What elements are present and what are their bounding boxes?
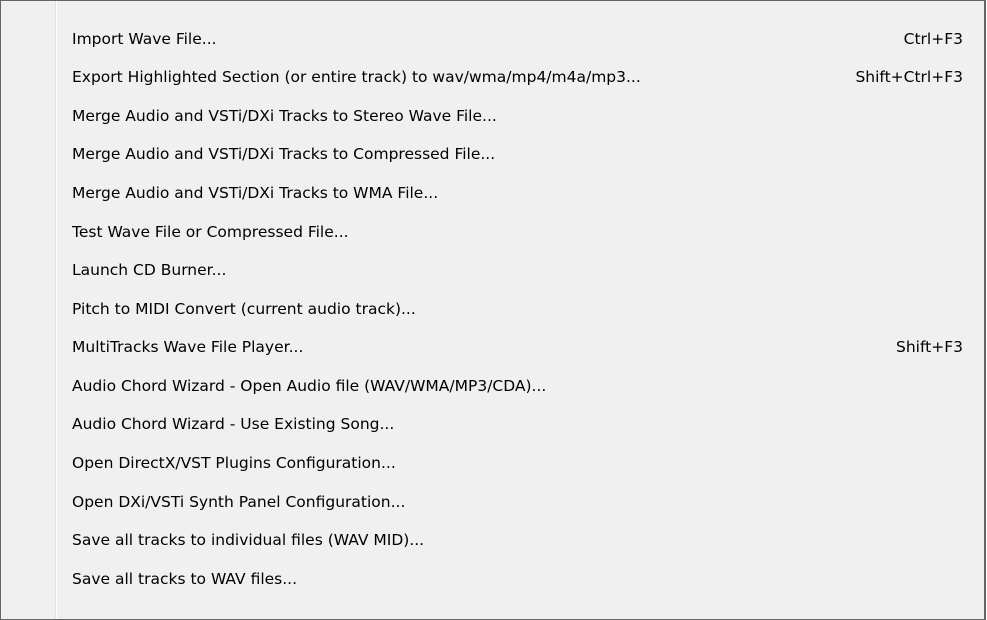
menu-item-pitch-to-midi[interactable]: Pitch to MIDI Convert (current audio tra… [1, 290, 984, 329]
menu-item-import-wave-file[interactable]: Import Wave File... Ctrl+F3 [1, 20, 984, 59]
menu-item-merge-to-compressed[interactable]: Merge Audio and VSTi/DXi Tracks to Compr… [1, 136, 984, 175]
menu-item-label: Launch CD Burner... [72, 261, 227, 280]
menu-item-export-highlighted-section[interactable]: Export Highlighted Section (or entire tr… [1, 59, 984, 98]
menu-item-label: Open DirectX/VST Plugins Configuration..… [72, 454, 396, 473]
menu-item-label: Save all tracks to individual files (WAV… [72, 531, 425, 550]
menu-item-save-individual-files[interactable]: Save all tracks to individual files (WAV… [1, 522, 984, 561]
menu-item-audio-chord-wizard-existing[interactable]: Audio Chord Wizard - Use Existing Song..… [1, 406, 984, 445]
menu-item-label: Export Highlighted Section (or entire tr… [72, 68, 641, 87]
menu-item-shortcut: Ctrl+F3 [903, 29, 963, 48]
menu-item-label: Pitch to MIDI Convert (current audio tra… [72, 299, 416, 318]
menu-item-label: Import Wave File... [72, 29, 217, 48]
menu-item-label: MultiTracks Wave File Player... [72, 338, 304, 357]
menu-item-merge-to-wma[interactable]: Merge Audio and VSTi/DXi Tracks to WMA F… [1, 174, 984, 213]
menu-item-test-wave-file[interactable]: Test Wave File or Compressed File... [1, 213, 984, 252]
menu-item-shortcut: Shift+F3 [896, 338, 963, 357]
menu-item-dxi-vsti-synth-config[interactable]: Open DXi/VSTi Synth Panel Configuration.… [1, 483, 984, 522]
menu-item-directx-vst-config[interactable]: Open DirectX/VST Plugins Configuration..… [1, 445, 984, 484]
menu-item-shortcut: Shift+Ctrl+F3 [855, 68, 963, 87]
menu-item-save-wav-files[interactable]: Save all tracks to WAV files... [1, 560, 984, 599]
menu-item-label: Audio Chord Wizard - Open Audio file (WA… [72, 376, 547, 395]
menu-item-multitracks-player[interactable]: MultiTracks Wave File Player... Shift+F3 [1, 329, 984, 368]
menu-item-launch-cd-burner[interactable]: Launch CD Burner... [1, 252, 984, 291]
menu-item-label: Open DXi/VSTi Synth Panel Configuration.… [72, 492, 406, 511]
menu-item-merge-to-stereo-wave[interactable]: Merge Audio and VSTi/DXi Tracks to Stere… [1, 97, 984, 136]
menu-item-label: Merge Audio and VSTi/DXi Tracks to WMA F… [72, 183, 439, 202]
menu-item-label: Merge Audio and VSTi/DXi Tracks to Stere… [72, 106, 497, 125]
audio-context-menu: Import Wave File... Ctrl+F3 Export Highl… [0, 0, 986, 620]
menu-items: Import Wave File... Ctrl+F3 Export Highl… [1, 20, 984, 599]
menu-item-label: Save all tracks to WAV files... [72, 569, 298, 588]
menu-item-audio-chord-wizard-open[interactable]: Audio Chord Wizard - Open Audio file (WA… [1, 367, 984, 406]
menu-item-label: Test Wave File or Compressed File... [72, 222, 349, 241]
menu-item-label: Merge Audio and VSTi/DXi Tracks to Compr… [72, 145, 496, 164]
menu-item-label: Audio Chord Wizard - Use Existing Song..… [72, 415, 395, 434]
